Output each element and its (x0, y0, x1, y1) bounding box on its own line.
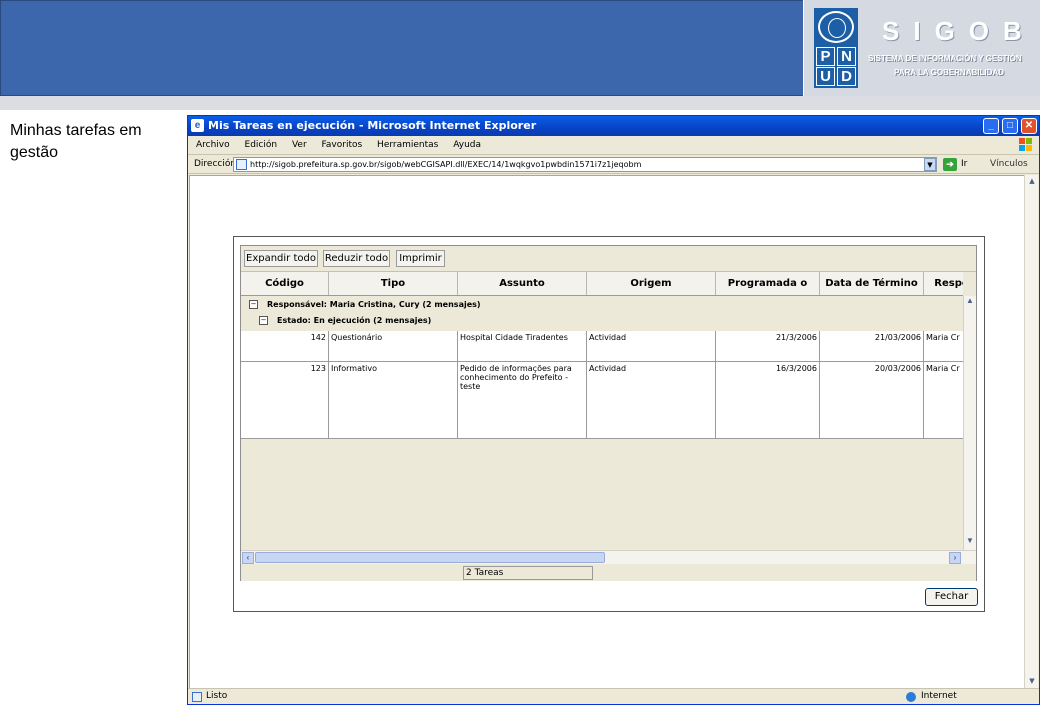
scroll-down-icon[interactable]: ▼ (964, 536, 976, 548)
undp-letter: U (816, 67, 835, 86)
column-header-tipo[interactable]: Tipo (329, 272, 458, 295)
column-header-programada[interactable]: Programada o (716, 272, 820, 295)
scroll-up-icon[interactable]: ▲ (1026, 175, 1038, 187)
menu-ayuda[interactable]: Ayuda (453, 140, 481, 150)
cell-termino: 21/03/2006 (820, 331, 924, 361)
grid-vertical-scrollbar[interactable]: ▲ ▼ (963, 296, 976, 550)
column-header-termino[interactable]: Data de Término (820, 272, 924, 295)
links-button[interactable]: Vínculos (990, 155, 1028, 174)
grid-status-bar: 2 Tareas (241, 565, 976, 581)
sigob-logo: P N U D SIGOB SISTEMA DE INFORMACIÓN Y G… (803, 0, 1040, 96)
brand-title: SIGOB (882, 16, 1036, 46)
collapse-toggle-icon[interactable]: – (259, 316, 268, 325)
address-input[interactable]: http://sigob.prefeitura.sp.gov.br/sigob/… (233, 157, 937, 172)
cell-origem: Actividad (587, 331, 716, 361)
cell-tipo: Questionário (329, 331, 458, 361)
address-label: Dirección (194, 159, 237, 169)
undp-logo: P N U D (814, 8, 858, 88)
status-text: Listo (206, 691, 228, 701)
column-header-codigo[interactable]: Código (241, 272, 329, 295)
page-icon (236, 159, 247, 170)
grid-horizontal-scrollbar[interactable]: ‹ › (241, 550, 976, 564)
expand-all-button[interactable]: Expandir todo (244, 250, 318, 267)
cell-origem: Actividad (587, 362, 716, 438)
grid-rows: 142 Questionário Hospital Cidade Tiraden… (241, 331, 963, 439)
group-label: Responsável: Maria Cristina, Cury (2 men… (267, 300, 481, 309)
page-icon (192, 692, 202, 702)
un-emblem-icon (818, 11, 854, 43)
browser-window: e Mis Tareas en ejecución - Microsoft In… (187, 115, 1040, 705)
go-button[interactable]: Ir (961, 155, 967, 174)
cell-assunto: Pedido de informações para conhecimento … (458, 362, 587, 438)
address-url: http://sigob.prefeitura.sp.gov.br/sigob/… (250, 160, 642, 169)
column-header-assunto[interactable]: Assunto (458, 272, 587, 295)
windows-logo-icon (1019, 138, 1033, 152)
address-toolbar: Dirección http://sigob.prefeitura.sp.gov… (188, 155, 1039, 174)
undp-letter: N (837, 47, 856, 66)
scroll-up-icon[interactable]: ▲ (964, 296, 976, 308)
menu-archivo[interactable]: Archivo (196, 140, 230, 150)
cell-programada: 16/3/2006 (716, 362, 820, 438)
task-count: 2 Tareas (463, 566, 593, 580)
browser-status-bar: Listo Internet (188, 688, 1039, 704)
cell-tipo: Informativo (329, 362, 458, 438)
tasks-grid-panel: Expandir todo Reduzir todo Imprimir Códi… (240, 245, 977, 581)
collapse-all-button[interactable]: Reduzir todo (323, 250, 390, 267)
cell-assunto: Hospital Cidade Tiradentes (458, 331, 587, 361)
window-titlebar[interactable]: e Mis Tareas en ejecución - Microsoft In… (188, 116, 1039, 136)
cell-codigo: 142 (241, 331, 329, 361)
cell-responsavel: Maria Cr (926, 364, 960, 373)
undp-letter: D (837, 67, 856, 86)
scroll-right-icon[interactable]: › (949, 552, 961, 564)
menu-bar: Archivo Edición Ver Favoritos Herramient… (188, 136, 1039, 155)
zone-text: Internet (921, 691, 957, 701)
window-title: Mis Tareas en ejecución - Microsoft Inte… (208, 119, 537, 132)
brand-subtitle: PARA LA GOBERNABILIDAD (894, 68, 1004, 77)
address-dropdown-icon[interactable]: ▼ (924, 158, 936, 171)
scroll-thumb[interactable] (255, 552, 605, 563)
cell-codigo: 123 (241, 362, 329, 438)
minimize-button[interactable]: _ (983, 118, 999, 134)
collapse-toggle-icon[interactable]: – (249, 300, 258, 309)
tasks-dialog: Expandir todo Reduzir todo Imprimir Códi… (233, 236, 985, 612)
page-content: Expandir todo Reduzir todo Imprimir Códi… (189, 175, 1026, 689)
page-vertical-scrollbar[interactable]: ▲ ▼ (1024, 175, 1038, 689)
header-divider (0, 96, 1040, 110)
menu-favoritos[interactable]: Favoritos (322, 140, 363, 150)
internet-zone-icon (906, 692, 916, 702)
close-button[interactable]: ✕ (1021, 118, 1037, 134)
menu-ver[interactable]: Ver (292, 140, 307, 150)
scroll-left-icon[interactable]: ‹ (242, 552, 254, 564)
cell-programada: 21/3/2006 (716, 331, 820, 361)
table-row[interactable]: 123 Informativo Pedido de informações pa… (241, 362, 963, 438)
menu-herramientas[interactable]: Herramientas (377, 140, 438, 150)
maximize-button[interactable]: □ (1002, 118, 1018, 134)
column-header-origem[interactable]: Origem (587, 272, 716, 295)
slide-caption: Minhas tarefas em gestão (10, 122, 142, 161)
scroll-down-icon[interactable]: ▼ (1026, 675, 1038, 687)
menu-edicion[interactable]: Edición (245, 140, 278, 150)
close-dialog-button[interactable]: Fechar (925, 588, 978, 606)
grid-header: Código Tipo Assunto Origem Programada o … (241, 272, 963, 296)
column-header-responsavel[interactable]: Respor (924, 272, 963, 295)
table-row[interactable]: 142 Questionário Hospital Cidade Tiraden… (241, 331, 963, 362)
grid-toolbar: Expandir todo Reduzir todo Imprimir (241, 246, 976, 272)
brand-subtitle: SISTEMA DE INFORMACIÓN Y GESTIÓN (868, 54, 1022, 63)
undp-letter: P (816, 47, 835, 66)
cell-termino: 20/03/2006 (820, 362, 924, 438)
cell-responsavel: Maria Cr (926, 333, 960, 342)
ie-page-icon: e (191, 119, 204, 132)
print-button[interactable]: Imprimir (396, 250, 445, 267)
group-label: Estado: En ejecución (2 mensajes) (277, 316, 432, 325)
go-arrow-icon[interactable]: ➔ (943, 158, 957, 171)
